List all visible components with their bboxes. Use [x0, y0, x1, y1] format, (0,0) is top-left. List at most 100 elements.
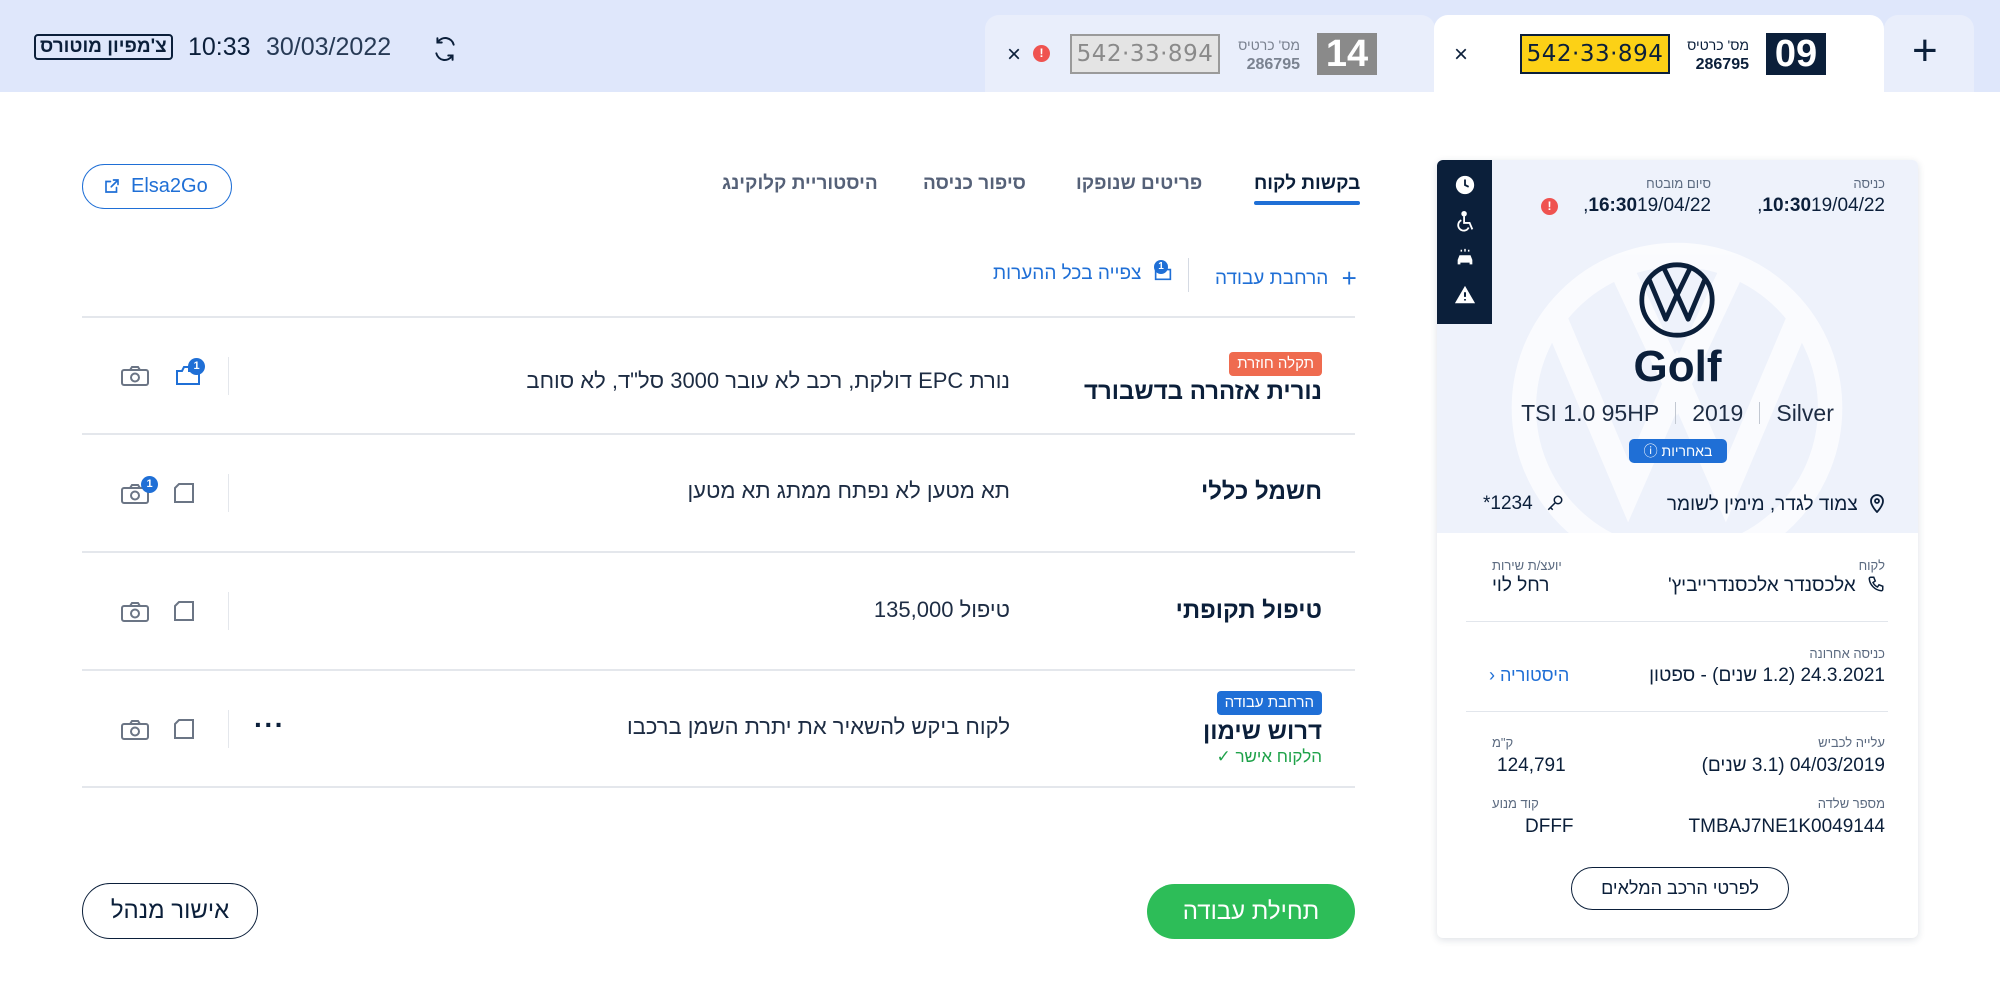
status-icons-strip [1437, 160, 1492, 324]
photo-count-badge: 1 [141, 476, 158, 493]
request-title: נורית אזהרה בדשבורד [1083, 378, 1322, 405]
divider [228, 474, 229, 512]
promised-end-datetime: 16:3019/04/22, [1583, 195, 1711, 216]
divider [82, 551, 1355, 553]
last-entry-value: 24.3.2021 (1.2 שנים) - ספטון [1649, 665, 1885, 686]
vehicle-model: Golf [1633, 342, 1722, 391]
view-all-comments-button[interactable]: צפייה בכל ההערות [993, 263, 1173, 285]
request-title: דרוש שימון [1202, 718, 1322, 745]
clock-icon [1455, 175, 1475, 195]
request-description: נורת EPC דולקת, רכב לא עובר 3000 סל"ד, ל… [526, 368, 1010, 393]
promised-end-label: סיום מובטח [1646, 176, 1711, 191]
start-work-button[interactable]: תחילת עבודה [1147, 884, 1355, 939]
request-description: תא מטען לא נפתח ממתג תא מטען [687, 478, 1010, 503]
customer-label: לקוח [1858, 558, 1885, 573]
brand-logo: צ'מפיון מוטורס [34, 34, 173, 60]
tab-entry-story[interactable]: סיפור כניסה [923, 173, 1026, 195]
warning-icon [1454, 285, 1476, 304]
vehicle-summary: כניסה 10:3019/04/22, סיום מובטח 16:3019/… [1437, 160, 1918, 574]
entry-label: כניסה [1853, 176, 1885, 191]
late-alert-icon: ! [1541, 198, 1558, 215]
chassis-label: מספר שלדה [1817, 796, 1885, 811]
top-bar: צ'מפיון מוטורס 10:33 30/03/2022 × ! 542·… [0, 0, 2000, 92]
work-expansion-badge: הרחבת עבודה [1216, 691, 1322, 715]
full-vehicle-details-button[interactable]: לפרטי הרכב המלאים [1571, 867, 1789, 910]
tab-card-14[interactable]: × ! 542·33·894 מס' כרטיס 286795 14 [985, 15, 1435, 92]
customer-approved-status: הלקוח אישר ✓ [1216, 747, 1322, 766]
clock-time: 10:33 [188, 33, 251, 61]
customer-name[interactable]: אלכסנדר אלכסנדרייביץ' [1668, 575, 1885, 597]
tab-issued-items[interactable]: פריטים שנופקו [1076, 173, 1202, 195]
last-entry-label: כניסה אחרונה [1809, 646, 1885, 661]
key-code: *1234 [1483, 493, 1564, 515]
divider [82, 786, 1355, 788]
vehicle-card: כניסה 10:3019/04/22, סיום מובטח 16:3019/… [1437, 160, 1918, 938]
divider [82, 669, 1355, 671]
road-date-value: 04/03/2019 (3.1 שנים) [1701, 755, 1885, 776]
card-number-badge: 09 [1766, 33, 1826, 75]
accessibility-icon [1457, 211, 1474, 232]
key-icon [1547, 495, 1563, 511]
view-comments-label: צפייה בכל ההערות [993, 263, 1142, 284]
camera-icon[interactable] [120, 364, 150, 388]
elsa2go-button[interactable]: Elsa2Go [82, 164, 232, 209]
comments-count-badge: 1 [1154, 260, 1168, 274]
card-meta: מס' כרטיס 286795 [1687, 37, 1749, 73]
divider [228, 357, 229, 395]
tab-card-09[interactable]: × 542·33·894 מס' כרטיס 286795 09 [1434, 15, 1884, 92]
plus-icon: + [1912, 26, 1938, 75]
divider [228, 592, 229, 630]
request-title: טיפול תקופתי [1175, 597, 1322, 624]
road-date-label: עלייה לכביש [1818, 735, 1885, 750]
comment-count-badge: 1 [188, 358, 205, 375]
note-icon[interactable] [170, 481, 200, 505]
engine-code-label: קוד מנוע [1492, 796, 1539, 811]
note-icon[interactable] [170, 717, 200, 741]
request-description: טיפול 135,000 [873, 597, 1010, 622]
warranty-badge[interactable]: באחריות ⓘ [1629, 439, 1727, 463]
car-wash-icon [1457, 248, 1473, 265]
tab-clocking-history[interactable]: היסטוריית קלוקינג [722, 173, 878, 195]
phone-icon[interactable] [1867, 575, 1885, 593]
engine-spec: TSI 1.0 95HP [1521, 400, 1660, 426]
expand-work-label: הרחבת עבודה [1215, 268, 1329, 289]
plus-icon: + [1341, 263, 1357, 293]
manager-approval-button[interactable]: אישור מנהל [82, 883, 258, 939]
license-plate: 542·33·894 [1070, 34, 1220, 74]
external-link-icon [105, 179, 119, 193]
divider [228, 710, 229, 748]
request-title: חשמל כללי [1201, 478, 1322, 505]
parking-location: צמוד לגדר, מימין לשומר [1667, 493, 1885, 516]
error-icon: ! [1033, 45, 1050, 62]
request-description: לקוח ביקש להשאיר את יתרת השמן ברכבו [627, 714, 1010, 739]
close-icon[interactable]: × [1007, 43, 1021, 67]
divider [1188, 258, 1189, 292]
history-link[interactable]: היסטוריה ‹ [1489, 665, 1569, 686]
tab-customer-requests[interactable]: בקשות לקוח [1254, 173, 1361, 205]
card-meta: מס' כרטיס 286795 [1238, 37, 1300, 73]
expand-work-button[interactable]: הרחבת עבודה + [1215, 263, 1357, 294]
camera-icon[interactable] [120, 600, 150, 624]
entry-datetime: 10:3019/04/22, [1757, 195, 1885, 216]
engine-code-value: DFFF [1525, 816, 1574, 837]
chassis-number: TMBAJ7NE1K0049144 [1688, 816, 1885, 837]
more-options-icon[interactable]: ··· [254, 711, 285, 739]
recurring-fault-badge: תקלה חוזרת [1229, 352, 1322, 376]
location-pin-icon [1870, 494, 1884, 514]
vehicle-specs: TSI 1.0 95HP 2019 Silver [1437, 400, 1918, 427]
volkswagen-logo [1639, 262, 1715, 338]
note-icon[interactable] [170, 599, 200, 623]
license-plate: 542·33·894 [1520, 34, 1670, 74]
advisor-label: יועצ/ת שירות [1492, 558, 1562, 573]
mileage-value: 124,791 [1497, 755, 1566, 776]
card-number-badge: 14 [1317, 33, 1377, 75]
refresh-icon[interactable] [432, 36, 458, 62]
add-tab-button[interactable]: + [1884, 15, 1974, 92]
divider [1466, 711, 1888, 712]
divider [82, 433, 1355, 435]
mileage-label: ק"מ [1492, 735, 1514, 750]
divider [1466, 621, 1888, 622]
close-icon[interactable]: × [1454, 43, 1468, 67]
clock-date: 30/03/2022 [266, 33, 392, 61]
camera-icon[interactable] [120, 718, 150, 742]
